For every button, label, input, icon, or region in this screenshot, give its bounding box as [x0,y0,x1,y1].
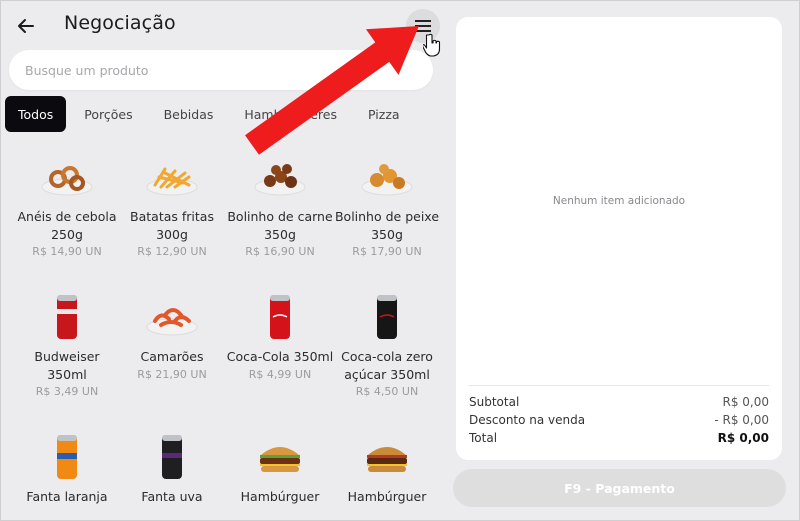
burger-icon [260,447,300,472]
shrimp-icon [146,308,198,336]
cart-empty-message: Nenhum item adicionado [552,195,686,207]
product-name: Coca-Cola 350ml [226,349,334,364]
tab-hamburgueres[interactable]: Hambúrgueres [231,96,350,132]
product-name: Coca-cola zero açúcar 350ml [341,349,433,382]
orange-can-icon [57,435,77,479]
payment-button[interactable]: F9 - Pagamento [453,469,786,507]
product-name: Fanta uva [141,489,203,504]
totals-divider [469,385,769,386]
product-card[interactable]: Fanta laranja [13,432,121,506]
hand-cursor-icon [423,33,441,57]
product-card[interactable]: Hambúrguer [226,432,334,506]
red-can-icon [57,295,77,339]
tab-porcoes[interactable]: Porções [71,96,145,132]
onion-rings-icon [41,166,93,196]
discount-row: Desconto na venda - R$ 0,00 [469,413,769,427]
product-name: Hambúrguer [347,489,427,504]
category-tabs: Todos Porções Bebidas Hambúrgueres Pizza [5,96,418,132]
product-card[interactable]: Anéis de cebola 250g R$ 14,90 UN [13,152,121,258]
meatballs-icon [254,164,306,196]
cart-panel: Nenhum item adicionado Subtotal R$ 0,00 … [456,17,782,460]
discount-label: Desconto na venda [469,413,586,427]
product-card[interactable]: Batatas fritas 300g R$ 12,90 UN [118,152,226,258]
product-name: Budweiser 350ml [34,349,100,382]
tab-bebidas[interactable]: Bebidas [151,96,227,132]
product-price: R$ 3,49 UN [35,385,99,398]
product-card[interactable]: Coca-Cola 350ml R$ 4,99 UN [226,292,334,381]
total-label: Total [469,431,498,445]
subtotal-row: Subtotal R$ 0,00 [469,395,769,409]
back-button[interactable] [14,14,38,38]
product-name: Camarões [140,349,204,364]
discount-value: - R$ 0,00 [714,413,769,427]
search-input[interactable] [9,50,433,90]
coca-can-icon [270,295,290,339]
product-card[interactable]: Coca-cola zero açúcar 350ml R$ 4,50 UN [333,292,441,398]
arrow-left-icon [18,19,34,33]
fishballs-icon [361,164,413,196]
product-name: Bolinho de carne 350g [227,209,333,242]
product-price: R$ 14,90 UN [32,245,102,258]
product-name: Batatas fritas 300g [130,209,214,242]
product-card[interactable]: Fanta uva [118,432,226,506]
search-box [9,50,433,90]
product-price: R$ 17,90 UN [352,245,422,258]
product-price: R$ 4,50 UN [355,385,419,398]
product-name: Hambúrguer [240,489,320,504]
page-title: Negociação [64,12,176,34]
product-price: R$ 21,90 UN [137,367,207,381]
product-card[interactable]: Bolinho de carne 350g R$ 16,90 UN [226,152,334,258]
tab-todos[interactable]: Todos [5,96,67,132]
total-value: R$ 0,00 [717,431,769,445]
product-card[interactable]: Budweiser 350ml R$ 3,49 UN [13,292,121,398]
black-can-icon [377,295,397,339]
subtotal-label: Subtotal [469,395,520,409]
product-price: R$ 4,99 UN [248,367,312,381]
tab-pizza[interactable]: Pizza [355,96,413,132]
product-name: Bolinho de peixe 350g [334,209,440,242]
hamburger-menu-icon [415,20,431,32]
product-name: Fanta laranja [26,489,108,504]
total-row: Total R$ 0,00 [469,431,769,445]
product-card[interactable]: Bolinho de peixe 350g R$ 17,90 UN [333,152,441,258]
burger-bacon-icon [367,447,407,472]
product-name: Anéis de cebola 250g [17,209,117,242]
subtotal-value: R$ 0,00 [722,395,769,409]
grape-can-icon [162,435,182,479]
product-price: R$ 12,90 UN [137,245,207,258]
product-price: R$ 16,90 UN [245,245,315,258]
product-card[interactable]: Hambúrguer [333,432,441,506]
product-card[interactable]: Camarões R$ 21,90 UN [118,292,226,381]
fries-icon [146,167,198,196]
